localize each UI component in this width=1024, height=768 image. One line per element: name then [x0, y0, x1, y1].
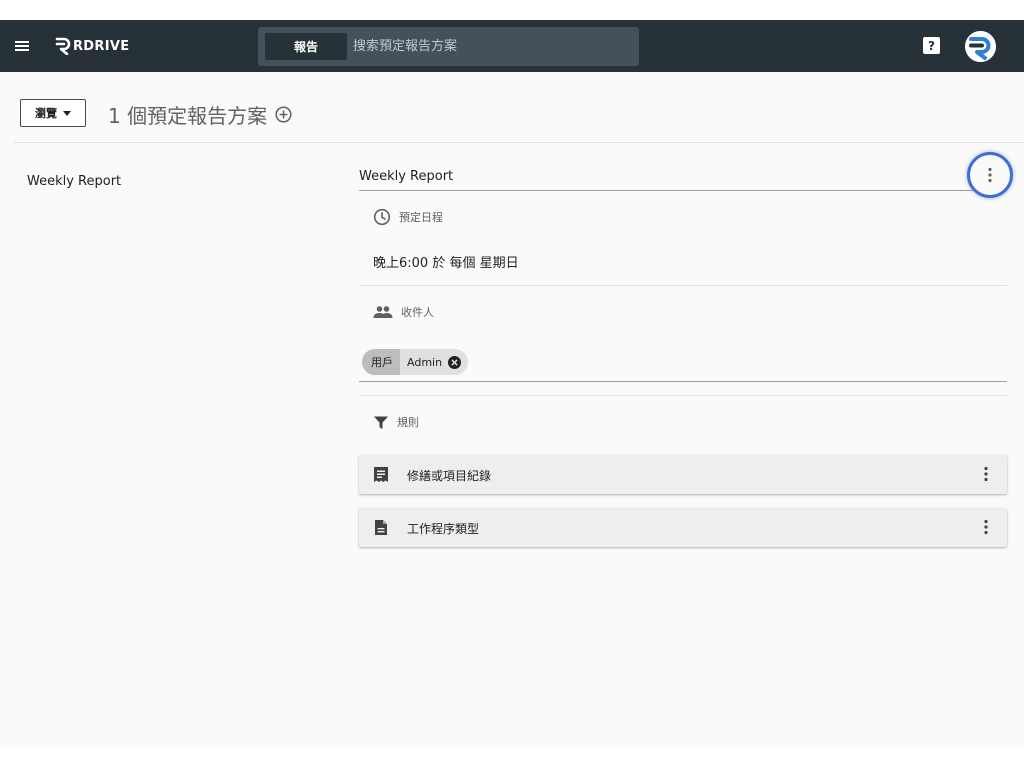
receipt-icon — [374, 467, 388, 482]
rule-item-label: 工作程序類型 — [407, 522, 480, 536]
more-vert-icon[interactable] — [979, 464, 993, 484]
rdrive-logo-icon — [55, 37, 71, 55]
recipient-chip-type: 用戶 — [362, 349, 400, 375]
browse-dropdown-button[interactable]: 瀏覽 — [20, 99, 86, 127]
top-app-bar: RDRIVE 報告 ? — [0, 20, 1024, 72]
rules-label-text: 規則 — [397, 416, 419, 429]
app-logo[interactable]: RDRIVE — [55, 35, 129, 57]
search-bar: 報告 — [258, 27, 639, 66]
browse-label: 瀏覽 — [35, 107, 57, 120]
bottom-margin — [0, 748, 1024, 768]
logo-text: RDRIVE — [73, 38, 130, 54]
schedule-section-label: 預定日程 — [373, 208, 443, 226]
recipient-chip-name: Admin — [407, 355, 443, 369]
avatar-logo-icon — [965, 31, 996, 62]
main-content: 瀏覽 1 個預定報告方案 Weekly Report Weekly Report — [0, 72, 1024, 748]
avatar[interactable] — [965, 31, 996, 62]
rule-item[interactable]: 工作程序類型 — [359, 508, 1007, 547]
clock-icon — [373, 208, 391, 226]
more-vert-icon — [988, 167, 992, 183]
caret-down-icon — [63, 110, 71, 116]
menu-icon[interactable] — [10, 34, 34, 58]
report-name-field[interactable]: Weekly Report — [359, 168, 1007, 191]
recipients-label-text: 收件人 — [401, 306, 434, 319]
header-divider — [14, 142, 1024, 143]
schedule-label-text: 預定日程 — [399, 211, 443, 224]
more-options-button[interactable] — [967, 152, 1013, 198]
document-icon — [375, 520, 387, 535]
app-frame: RDRIVE 報告 ? 瀏覽 1 個預定報告方案 — [0, 0, 1024, 768]
recipients-section-label: 收件人 — [373, 304, 434, 320]
search-scope-chip[interactable]: 報告 — [265, 33, 347, 60]
remove-circle-icon[interactable] — [448, 355, 462, 369]
rule-item-label: 修繕或項目紀錄 — [407, 469, 492, 483]
section-divider — [359, 395, 1007, 396]
recipients-field[interactable]: 用戶 Admin — [359, 349, 1007, 382]
list-item[interactable]: Weekly Report — [27, 174, 121, 189]
section-divider — [359, 285, 1007, 286]
page-title: 1 個預定報告方案 — [108, 104, 268, 128]
recipient-chip[interactable]: 用戶 Admin — [362, 349, 469, 375]
rules-section-label: 規則 — [373, 414, 419, 430]
filter-icon — [374, 416, 388, 429]
add-circle-icon[interactable] — [275, 106, 292, 123]
search-input[interactable] — [353, 27, 633, 66]
schedule-value[interactable]: 晚上6:00 於 每個 星期日 — [373, 252, 519, 271]
more-vert-icon[interactable] — [979, 517, 993, 537]
help-icon[interactable]: ? — [923, 37, 940, 54]
rule-item[interactable]: 修繕或項目紀錄 — [359, 455, 1007, 494]
people-icon — [373, 306, 393, 318]
